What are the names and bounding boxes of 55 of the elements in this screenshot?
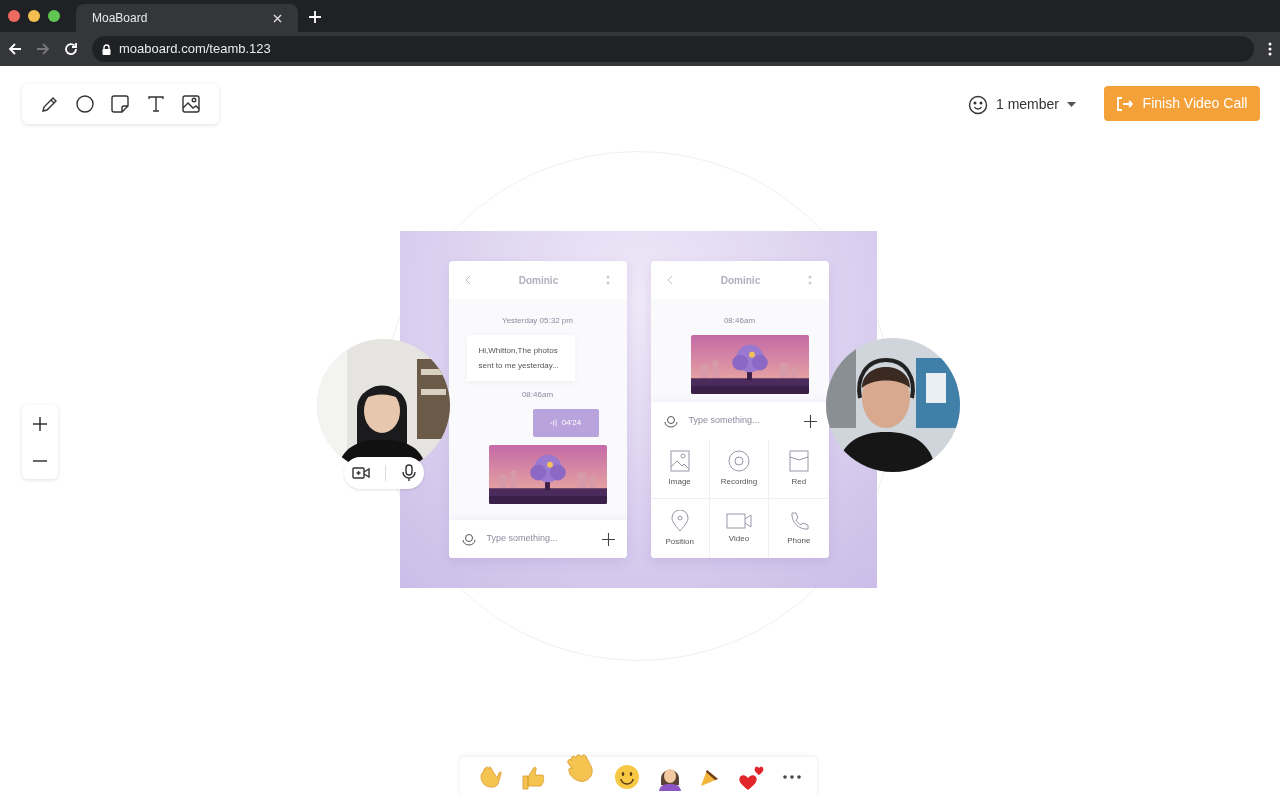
- more-icon[interactable]: [782, 775, 801, 779]
- smiling-face-icon[interactable]: [614, 764, 641, 790]
- location-pin-icon: [670, 509, 689, 532]
- minimize-window-icon[interactable]: [28, 10, 40, 22]
- maximize-window-icon[interactable]: [48, 10, 60, 22]
- browser-tab[interactable]: MoaBoard: [76, 4, 298, 32]
- video-camera-icon: [726, 512, 752, 529]
- add-icon: [601, 532, 615, 546]
- menu-icon[interactable]: [1268, 42, 1272, 56]
- text-icon[interactable]: [145, 94, 166, 114]
- back-icon: [464, 275, 471, 285]
- attachment-option[interactable]: Position: [650, 499, 710, 558]
- forward-icon[interactable]: [36, 42, 50, 56]
- timestamp: Yesterday 05:32 pm: [501, 315, 574, 327]
- disc-icon: [728, 450, 750, 472]
- attachment-option[interactable]: Recording: [709, 440, 770, 499]
- microphone-icon: [662, 414, 679, 428]
- microphone-icon: [460, 532, 477, 546]
- video-camera-icon[interactable]: [351, 466, 370, 480]
- attachment-option[interactable]: Image: [650, 440, 710, 499]
- phone-icon: [788, 510, 809, 531]
- sound-icon: [549, 419, 557, 427]
- member-dropdown[interactable]: 1 member: [968, 94, 1077, 115]
- back-icon: [666, 275, 673, 285]
- close-tab-icon[interactable]: [273, 13, 282, 23]
- image-icon[interactable]: [181, 94, 202, 114]
- attachment-option[interactable]: Phone: [769, 499, 829, 558]
- timestamp: 08:46am: [520, 389, 555, 401]
- add-icon: [803, 414, 817, 428]
- back-icon[interactable]: [8, 42, 22, 56]
- message-bubble: Hi,Whitton,The photos sent to me yesterday...: [466, 335, 575, 381]
- circle-icon[interactable]: [75, 94, 96, 114]
- new-tab-icon[interactable]: [308, 10, 322, 24]
- more-icon: [808, 275, 813, 285]
- url-text: moaboard.com/teamb.123: [119, 40, 271, 59]
- more-icon: [606, 275, 611, 285]
- sticky-note-icon[interactable]: [110, 94, 131, 114]
- image-icon: [669, 450, 690, 472]
- close-window-icon[interactable]: [8, 10, 20, 22]
- lock-icon: [102, 43, 111, 55]
- attachment-option[interactable]: Video: [709, 499, 770, 558]
- message-input[interactable]: Type something...: [650, 402, 829, 440]
- message-input[interactable]: Type something...: [448, 520, 627, 558]
- timestamp: 08:46am: [722, 315, 757, 327]
- envelope-icon: [788, 450, 809, 472]
- contact-name: Dominic: [720, 273, 761, 288]
- address-bar[interactable]: moaboard.com/teamb.123: [92, 36, 1254, 62]
- smiley-icon: [968, 94, 988, 115]
- contact-name: Dominic: [518, 273, 559, 288]
- caret-icon: [1067, 102, 1077, 107]
- microphone-icon[interactable]: [402, 464, 417, 482]
- attachment-option[interactable]: Red: [769, 440, 829, 499]
- reload-icon[interactable]: [64, 42, 78, 56]
- exit-icon: [1116, 96, 1133, 111]
- zoom-in-icon[interactable]: [33, 416, 47, 431]
